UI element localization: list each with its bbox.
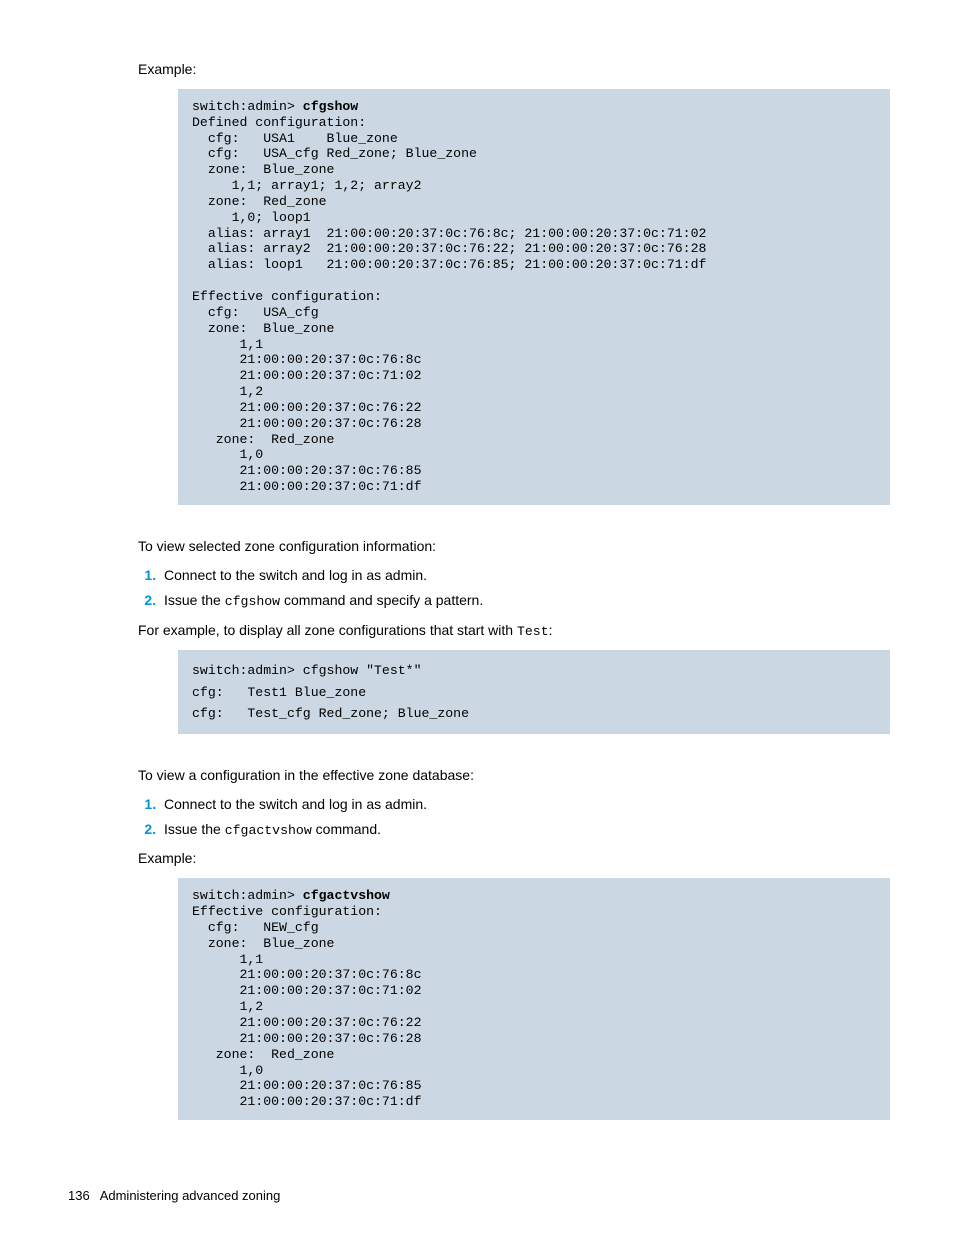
para-for-example: For example, to display all zone configu…	[138, 621, 886, 641]
step-2b-text-a: Issue the	[164, 821, 225, 837]
code-body: Defined configuration: cfg: USA1 Blue_zo…	[192, 115, 706, 494]
para3-b: :	[549, 622, 553, 638]
steps-selected-zone: Connect to the switch and log in as admi…	[138, 566, 886, 611]
step-1: Connect to the switch and log in as admi…	[160, 566, 886, 585]
example-label-1: Example:	[138, 60, 886, 79]
page-footer: 136 Administering advanced zoning	[68, 1187, 280, 1205]
para3-a: For example, to display all zone configu…	[138, 622, 517, 638]
step-2-text-b: command and specify a pattern.	[280, 592, 483, 608]
step-2: Issue the cfgshow command and specify a …	[160, 591, 886, 611]
steps-effective-zone: Connect to the switch and log in as admi…	[138, 795, 886, 840]
step-2b: Issue the cfgactvshow command.	[160, 820, 886, 840]
para-view-effective: To view a configuration in the effective…	[138, 766, 886, 785]
example-label-2: Example:	[138, 849, 886, 868]
step-2b-code: cfgactvshow	[225, 823, 312, 838]
code3-body: Effective configuration: cfg: NEW_cfg zo…	[192, 904, 422, 1109]
code-prompt: switch:admin>	[192, 99, 303, 114]
step-1-text: Connect to the switch and log in as admi…	[164, 567, 427, 583]
step-2b-text-b: command.	[312, 821, 381, 837]
codeblock-cfgactvshow: switch:admin> cfgactvshow Effective conf…	[178, 878, 890, 1120]
step-1b: Connect to the switch and log in as admi…	[160, 795, 886, 814]
codeblock-cfgshow: switch:admin> cfgshow Defined configurat…	[178, 89, 890, 505]
code-command: cfgshow	[303, 99, 358, 114]
codeblock-cfgshow-test: switch:admin> cfgshow "Test*" cfg: Test1…	[178, 650, 890, 733]
code3-prompt: switch:admin>	[192, 888, 303, 903]
code3-command: cfgactvshow	[303, 888, 390, 903]
step-2-code: cfgshow	[225, 594, 280, 609]
step-1b-text: Connect to the switch and log in as admi…	[164, 796, 427, 812]
page-number: 136	[68, 1187, 90, 1205]
para3-code: Test	[517, 624, 549, 639]
step-2-text-a: Issue the	[164, 592, 225, 608]
footer-title: Administering advanced zoning	[100, 1188, 281, 1203]
para-view-selected: To view selected zone configuration info…	[138, 537, 886, 556]
